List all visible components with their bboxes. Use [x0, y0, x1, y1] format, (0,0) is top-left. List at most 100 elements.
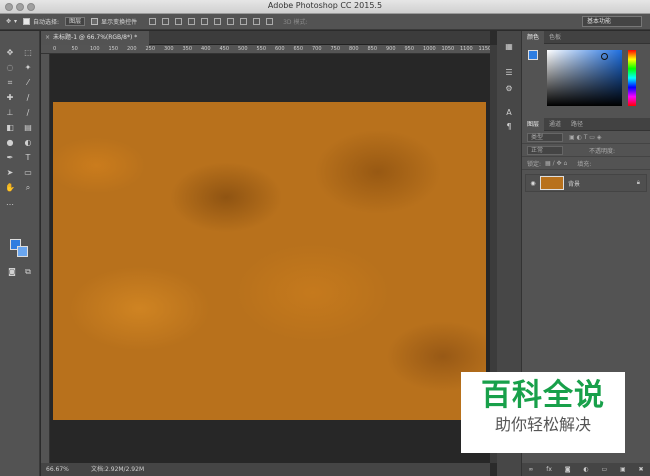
eyedropper-tool-icon[interactable]: ⁄ — [22, 77, 34, 89]
distribute-icon[interactable] — [253, 18, 261, 25]
layer-row[interactable]: ◉ 背景 🔒︎ — [525, 174, 647, 192]
adjustment-icon[interactable]: ◐ — [583, 466, 588, 473]
layer-thumbnail — [540, 176, 564, 190]
marquee-tool-icon[interactable]: ⬚ — [22, 47, 34, 59]
color-picker-handle[interactable] — [601, 53, 608, 60]
show-transform-label: 显示变换控件 — [101, 19, 138, 26]
move-icon: ✥ — [6, 18, 12, 25]
stamp-tool-icon[interactable]: ⊥ — [4, 107, 16, 119]
tab-color[interactable]: 颜色 — [522, 30, 545, 44]
character-panel-icon[interactable]: A — [503, 107, 515, 119]
ruler-tick: 1000 — [423, 46, 436, 52]
tab-swatches[interactable]: 色板 — [544, 31, 566, 44]
ruler-tick: 150 — [108, 46, 119, 52]
mode-3d-label: 3D 模式: — [283, 19, 308, 26]
path-select-icon[interactable]: ➤ — [4, 167, 16, 179]
align-middle-icon[interactable] — [162, 18, 170, 25]
blur-tool-icon[interactable]: ● — [4, 137, 16, 149]
align-left-icon[interactable] — [188, 18, 196, 25]
brush-tool-icon[interactable]: ∕ — [22, 92, 34, 104]
lock-icons[interactable]: ▦ ∕ ✥ ⌂ — [545, 160, 567, 167]
auto-select-checkbox[interactable]: 自动选择: — [23, 17, 59, 26]
shape-tool-icon[interactable]: ▭ — [22, 167, 34, 179]
zoom-level[interactable]: 66.67% — [46, 463, 69, 476]
tab-channels[interactable]: 通道 — [544, 118, 566, 131]
document-tab-bar: × 未标题-1 @ 66.7%(RGB/8*) * — [41, 31, 490, 45]
lock-icon: 🔒︎ — [636, 179, 640, 186]
show-transform-checkbox[interactable]: 显示变换控件 — [91, 17, 137, 26]
healing-tool-icon[interactable]: ✚ — [4, 92, 16, 104]
more-tools-icon[interactable]: … — [4, 197, 16, 209]
distribute-icon[interactable] — [240, 18, 248, 25]
filter-kind-dropdown[interactable]: 类型 — [527, 132, 563, 142]
distribute-icon[interactable] — [227, 18, 235, 25]
ruler-tick: 650 — [293, 46, 304, 52]
status-bar: 66.67% 文档:2.92M/2.92M — [41, 463, 490, 476]
ruler-tick: 800 — [349, 46, 359, 52]
paragraph-panel-icon[interactable]: ¶ — [503, 121, 515, 133]
vertical-ruler — [41, 54, 50, 463]
gradient-tool-icon[interactable]: ▤ — [22, 122, 34, 134]
align-center-icon[interactable] — [201, 18, 209, 25]
history-panel-icon[interactable]: ▦ — [503, 41, 515, 53]
folder-icon[interactable]: ▭ — [601, 466, 607, 473]
filter-icons[interactable]: ▣ ◐ T ▭ ◈ — [569, 134, 601, 141]
link-icon[interactable]: ∞ — [528, 466, 533, 473]
dodge-tool-icon[interactable]: ◐ — [22, 137, 34, 149]
watermark-title: 百科全说 — [481, 378, 605, 413]
ruler-tick: 550 — [256, 46, 267, 52]
tools-panel: ✥ ⬚ ◌ ✦ ⌗ ⁄ ✚ ∕ ⊥ ∕ ◧ ▤ ● ◐ ✒ T ➤ ▭ ✋ ⌕ … — [0, 31, 40, 476]
document-tab-title: 未标题-1 @ 66.7%(RGB/8*) * — [53, 34, 138, 41]
align-right-icon[interactable] — [214, 18, 222, 25]
ruler-tick: 250 — [145, 46, 156, 52]
align-bottom-icon[interactable] — [175, 18, 183, 25]
watermark-subtitle: 助你轻松解决 — [494, 415, 591, 434]
lock-row: 锁定: ▦ ∕ ✥ ⌂ 填充: — [522, 157, 650, 170]
ruler-tick: 500 — [238, 46, 248, 52]
tab-paths[interactable]: 路径 — [566, 118, 588, 131]
hand-tool-icon[interactable]: ✋ — [4, 182, 16, 194]
new-layer-icon[interactable]: ▣ — [620, 466, 626, 473]
align-buttons — [149, 18, 274, 25]
options-bar: ✥ ▾ 自动选择: 图层 显示变换控件 3D 模式: 基本功能 — [0, 14, 650, 30]
close-icon[interactable]: × — [45, 34, 50, 41]
document-canvas[interactable] — [53, 102, 486, 420]
title-bar: Adobe Photoshop CC 2015.5 — [0, 0, 650, 14]
hue-slider[interactable] — [628, 50, 636, 106]
type-tool-icon[interactable]: T — [22, 152, 34, 164]
color-field[interactable] — [547, 50, 622, 106]
ruler-tick: 1050 — [441, 46, 455, 52]
eraser-tool-icon[interactable]: ◧ — [4, 122, 16, 134]
tab-layers[interactable]: 图层 — [522, 117, 545, 131]
properties-panel-icon[interactable]: ☰ — [503, 67, 515, 79]
adjustments-panel-icon[interactable]: ⚙ — [503, 83, 515, 95]
zoom-tool-icon[interactable]: ⌕ — [22, 182, 34, 194]
history-brush-icon[interactable]: ∕ — [22, 107, 34, 119]
lasso-tool-icon[interactable]: ◌ — [4, 62, 16, 74]
color-panel-foreground[interactable] — [528, 50, 538, 60]
auto-select-dropdown[interactable]: 图层 — [65, 17, 86, 26]
app-title: Adobe Photoshop CC 2015.5 — [267, 1, 383, 10]
eye-icon[interactable]: ◉ — [526, 180, 540, 187]
blend-mode-dropdown[interactable]: 正常 — [527, 145, 563, 155]
magic-wand-tool-icon[interactable]: ✦ — [22, 62, 34, 74]
screen-mode-icon[interactable]: ⧉ — [22, 266, 34, 278]
quick-mask-icon[interactable]: ◙ — [6, 266, 18, 278]
mask-icon[interactable]: ◙ — [565, 466, 571, 473]
crop-tool-icon[interactable]: ⌗ — [4, 77, 16, 89]
fx-icon[interactable]: fx — [546, 466, 552, 473]
ruler-tick: 1100 — [460, 46, 473, 52]
color-panel-tabs: 颜色 色板 — [522, 30, 650, 44]
distribute-icon[interactable] — [266, 18, 274, 25]
document-tab[interactable]: × 未标题-1 @ 66.7%(RGB/8*) * — [41, 31, 149, 45]
align-top-icon[interactable] — [149, 18, 157, 25]
background-color-swatch[interactable] — [17, 246, 28, 257]
move-tool-preset[interactable]: ✥ ▾ — [6, 18, 17, 25]
pen-tool-icon[interactable]: ✒ — [4, 152, 16, 164]
blend-row: 正常 不透明度: — [522, 144, 650, 157]
move-tool-icon[interactable]: ✥ — [4, 47, 16, 59]
ruler-tick: 50 — [71, 46, 78, 52]
trash-icon[interactable]: ✖ — [638, 466, 643, 473]
ruler-tick: 350 — [182, 46, 193, 52]
workspace-dropdown[interactable]: 基本功能 — [582, 16, 642, 27]
